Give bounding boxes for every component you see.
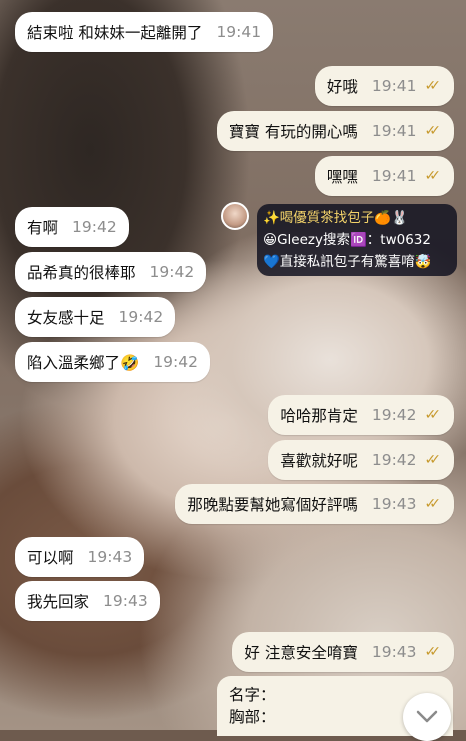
message-text: 好 注意安全唷寶 bbox=[244, 644, 358, 662]
message-bubble-outgoing[interactable]: 寶寶 有玩的開心嗎 19:41 ✓✓ bbox=[216, 111, 454, 151]
promo-line: ✨喝優質茶找包子🍊🐰 bbox=[263, 210, 408, 226]
message-time: 19:41 bbox=[371, 122, 417, 140]
message-time: 19:42 bbox=[72, 218, 117, 236]
double-check-icon: ✓✓ bbox=[424, 644, 442, 660]
message-time: 19:42 bbox=[371, 451, 417, 469]
message-time: 19:43 bbox=[371, 495, 417, 513]
message-text: 那晚點要幫她寫個好評嗎 bbox=[187, 496, 358, 514]
double-check-icon: ✓✓ bbox=[424, 407, 442, 423]
message-time: 19:41 bbox=[371, 167, 417, 185]
message-bubble-incoming[interactable]: 品希真的很棒耶 19:42 bbox=[15, 252, 207, 292]
message-text: 結束啦 和妹妹一起離開了 bbox=[27, 24, 203, 42]
message-text: 女友感十足 bbox=[27, 309, 105, 327]
promo-line: 💙直接私訊包子有驚喜唷🤯 bbox=[263, 254, 432, 270]
message-text: 可以啊 bbox=[27, 549, 74, 567]
message-bubble-incoming[interactable]: 我先回家 19:43 bbox=[15, 581, 160, 621]
message-time: 19:43 bbox=[103, 592, 148, 610]
message-time: 19:42 bbox=[149, 263, 195, 281]
message-bubble-outgoing[interactable]: 喜歡就好呢 19:42 ✓✓ bbox=[268, 440, 454, 480]
message-bubble-outgoing[interactable]: 嘿嘿 19:41 ✓✓ bbox=[314, 156, 454, 196]
avatar bbox=[221, 202, 249, 230]
message-time: 19:43 bbox=[87, 548, 133, 566]
message-time: 19:41 bbox=[216, 23, 262, 41]
message-text: 有啊 bbox=[27, 219, 59, 237]
message-text: 寶寶 有玩的開心嗎 bbox=[228, 123, 358, 141]
message-time: 19:41 bbox=[371, 77, 417, 95]
message-text: 品希真的很棒耶 bbox=[27, 264, 136, 282]
double-check-icon: ✓✓ bbox=[424, 168, 442, 184]
chevron-down-icon bbox=[416, 710, 438, 723]
double-check-icon: ✓✓ bbox=[424, 496, 442, 512]
message-text: 好哦 bbox=[326, 78, 358, 96]
double-check-icon: ✓✓ bbox=[424, 78, 442, 94]
message-text: 嘿嘿 bbox=[326, 168, 358, 186]
scroll-down-button[interactable] bbox=[403, 693, 451, 741]
message-bubble-outgoing[interactable]: 好哦 19:41 ✓✓ bbox=[314, 66, 454, 106]
message-text: 喜歡就好呢 bbox=[280, 452, 358, 470]
message-time: 19:42 bbox=[118, 308, 164, 326]
message-bubble-outgoing[interactable]: 哈哈那肯定 19:42 ✓✓ bbox=[268, 395, 454, 435]
message-text: 陷入溫柔鄉了🤣 bbox=[27, 354, 140, 372]
message-text: 哈哈那肯定 bbox=[280, 407, 358, 425]
promo-overlay: ✨喝優質茶找包子🍊🐰 😀Gleezy搜索🆔：tw0632 💙直接私訊包子有驚喜唷… bbox=[257, 204, 457, 276]
message-bubble-outgoing[interactable]: 好 注意安全唷寶 19:43 ✓✓ bbox=[232, 632, 454, 672]
message-time: 19:42 bbox=[153, 353, 198, 371]
message-bubble-incoming[interactable]: 可以啊 19:43 bbox=[15, 537, 145, 577]
message-time: 19:42 bbox=[371, 406, 417, 424]
message-text: 我先回家 bbox=[27, 593, 90, 611]
message-bubble-incoming[interactable]: 陷入溫柔鄉了🤣 19:42 bbox=[15, 342, 210, 382]
message-bubble-incoming[interactable]: 有啊 19:42 bbox=[15, 207, 129, 247]
double-check-icon: ✓✓ bbox=[424, 452, 442, 468]
message-bubble-incoming[interactable]: 女友感十足 19:42 bbox=[15, 297, 176, 337]
double-check-icon: ✓✓ bbox=[424, 123, 442, 139]
message-time: 19:43 bbox=[371, 643, 417, 661]
promo-line: 😀Gleezy搜索🆔：tw0632 bbox=[263, 232, 431, 248]
message-bubble-outgoing[interactable]: 那晚點要幫她寫個好評嗎 19:43 ✓✓ bbox=[175, 484, 454, 524]
message-bubble-incoming[interactable]: 結束啦 和妹妹一起離開了 19:41 bbox=[15, 12, 274, 52]
